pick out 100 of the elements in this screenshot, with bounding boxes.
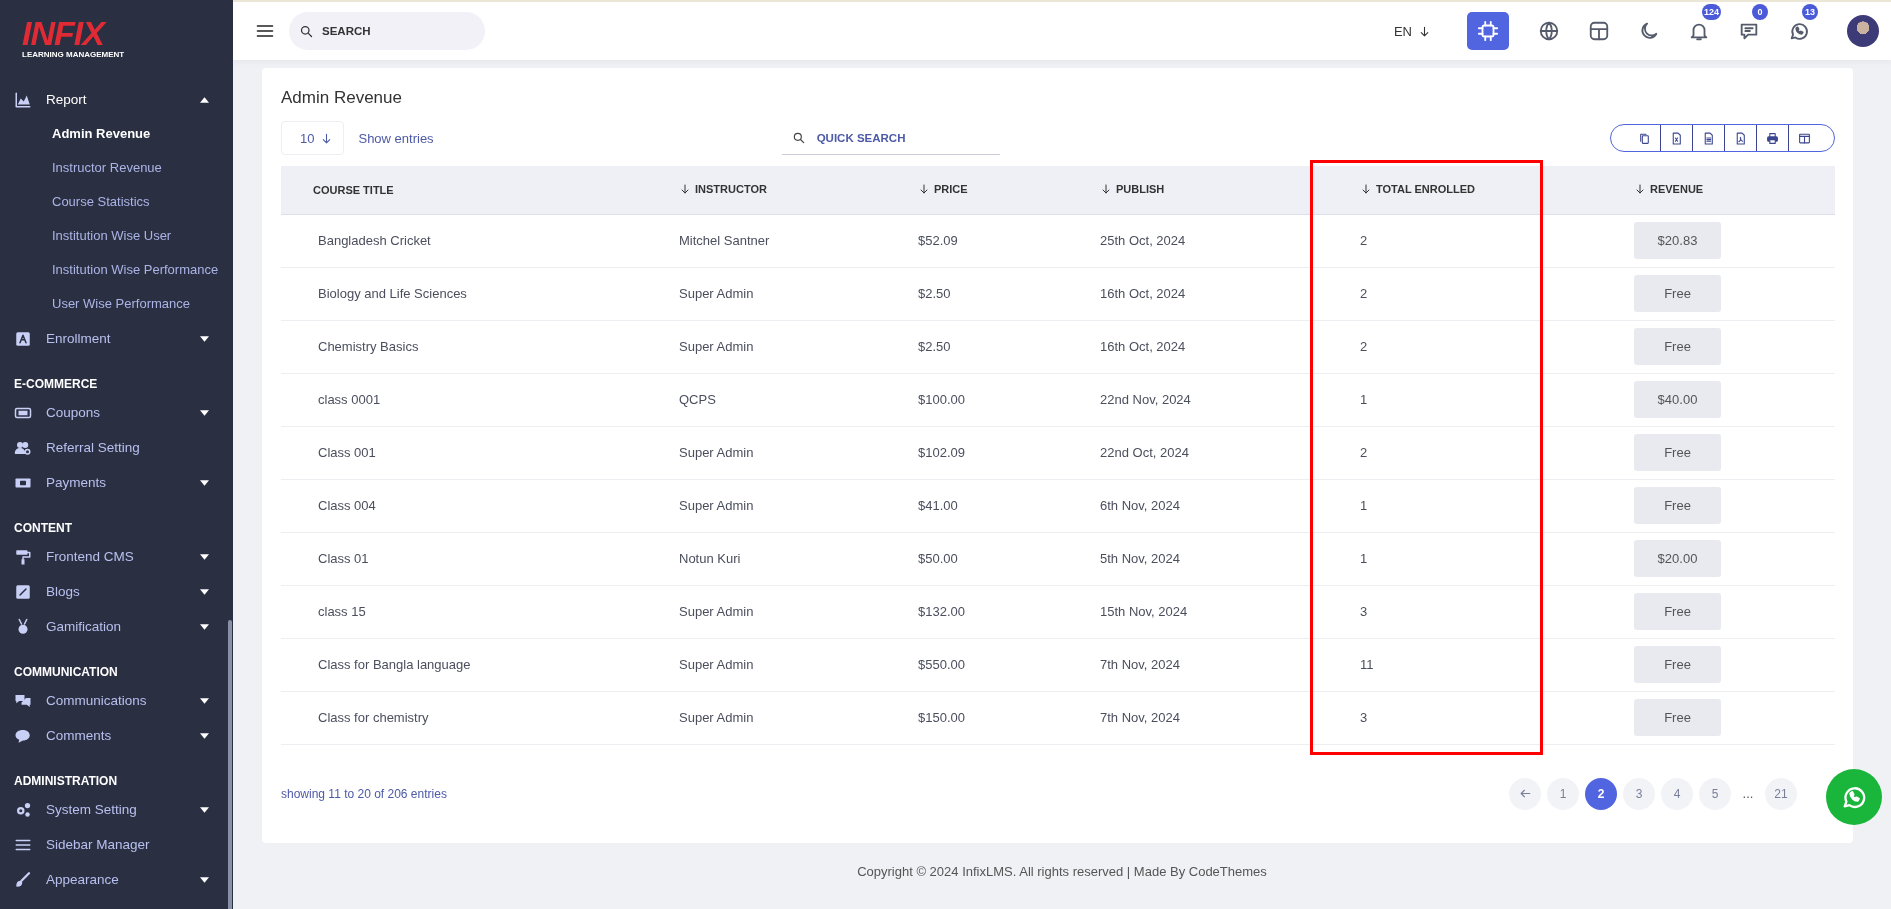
layout-button[interactable] [1588, 20, 1610, 42]
scrollbar-thumb[interactable] [228, 620, 232, 909]
table-cell: 2 [1360, 233, 1368, 248]
table-cell: 1 [1360, 392, 1368, 407]
table-cell: $132.00 [918, 604, 965, 619]
revenue-button[interactable]: Free [1634, 275, 1721, 312]
sidebar-item[interactable]: Referral Setting [0, 430, 233, 465]
sidebar-item[interactable]: Enrollment [0, 321, 233, 356]
sidebar-item[interactable]: Coupons [0, 395, 233, 430]
language-selector[interactable]: EN [1393, 23, 1431, 39]
gears-icon [14, 800, 32, 819]
whatsapp-chat-button[interactable] [1826, 769, 1882, 825]
table-cell: 16th Oct, 2024 [1100, 339, 1186, 354]
table-cell: $2.50 [918, 286, 951, 301]
edit-icon [14, 582, 32, 601]
sidebar-item[interactable]: Blogs [0, 574, 233, 609]
sidebar-item[interactable]: Frontend CMS [0, 539, 233, 574]
revenue-button[interactable]: $20.83 [1634, 222, 1721, 259]
sort-arrow-icon [679, 182, 691, 195]
sidebar-item[interactable]: System Setting [0, 792, 233, 827]
sidebar-item[interactable]: Sidebar Manager [0, 827, 233, 862]
table-cell: $102.09 [918, 445, 965, 460]
table-cell: Bangladesh Cricket [318, 233, 431, 248]
submenu-item[interactable]: Course Statistics [0, 185, 233, 219]
page-button[interactable]: 21 [1765, 777, 1797, 810]
sidebar-item[interactable]: Gamification [0, 609, 233, 644]
column-header[interactable]: PUBLISH [1100, 182, 1165, 195]
whatsapp-button[interactable] [1788, 20, 1810, 42]
sidebar-item[interactable]: Communications [0, 683, 233, 718]
dark-mode-button[interactable] [1638, 20, 1660, 42]
table-cell: 1 [1360, 551, 1368, 566]
letter-a-icon [14, 329, 32, 348]
revenue-button[interactable]: Free [1634, 487, 1721, 524]
page-button[interactable]: 5 [1699, 777, 1731, 810]
column-header[interactable]: PRICE [918, 182, 968, 195]
avatar[interactable] [1847, 15, 1879, 47]
table-cell: class 0001 [318, 392, 381, 407]
revenue-button[interactable]: $40.00 [1634, 381, 1721, 418]
caret-up-icon [200, 96, 209, 103]
page-title: Admin Revenue [281, 88, 403, 109]
section-heading: CONTENT [13, 520, 73, 537]
submenu-item[interactable]: Instructor Revenue [0, 151, 233, 185]
page-button[interactable]: 2 [1585, 777, 1617, 810]
count-badge: 0 [1752, 4, 1768, 20]
submenu-item[interactable]: Institution Wise Performance [0, 253, 233, 287]
column-header[interactable]: COURSE TITLE [313, 183, 394, 196]
caret-down-icon [200, 588, 209, 595]
sidebar-item[interactable]: Payments [0, 465, 233, 500]
moon-icon [1638, 20, 1660, 42]
search-field[interactable]: SEARCH [289, 12, 485, 50]
table-cell: 3 [1360, 604, 1368, 619]
arrow-left-icon [1518, 787, 1532, 800]
entries-info: showing 11 to 20 of 206 entries [281, 786, 447, 801]
revenue-button[interactable]: $20.00 [1634, 540, 1721, 577]
sidebar-item[interactable]: Comments [0, 718, 233, 753]
table-cell: 16th Oct, 2024 [1100, 286, 1186, 301]
ai-chip-button[interactable] [1467, 12, 1509, 50]
table-cell: $2.50 [918, 339, 951, 354]
table-cell: Super Admin [679, 445, 754, 460]
globe-button[interactable] [1538, 20, 1560, 42]
pagination-ellipsis: ... [1741, 786, 1755, 801]
revenue-button[interactable]: Free [1634, 699, 1721, 736]
table-cell: 2 [1360, 339, 1368, 354]
submenu-item[interactable]: Institution Wise User [0, 219, 233, 253]
sidebar-item[interactable]: Report [0, 82, 233, 117]
revenue-button[interactable]: Free [1634, 328, 1721, 365]
column-header[interactable]: REVENUE [1634, 182, 1704, 195]
submenu-item[interactable]: Admin Revenue [0, 117, 233, 151]
table-cell: 7th Nov, 2024 [1100, 710, 1180, 725]
table-cell: Class 004 [318, 498, 376, 513]
caret-down-icon [200, 697, 209, 704]
sidebar-item[interactable]: Appearance [0, 862, 233, 897]
page-button[interactable]: 1 [1547, 777, 1579, 810]
copy-icon [1638, 131, 1651, 145]
table-cell: 1 [1360, 498, 1368, 513]
entries-select[interactable]: 10 [281, 121, 345, 155]
section-heading: ADMINISTRATION [13, 773, 119, 790]
revenue-button[interactable]: Free [1634, 646, 1721, 683]
table-cell: class 15 [318, 604, 366, 619]
section-heading: COMMUNICATION [13, 664, 119, 681]
table-cell: $150.00 [918, 710, 965, 725]
columns-icon [1798, 131, 1811, 145]
page-button[interactable]: 3 [1623, 777, 1655, 810]
brush-icon [14, 870, 32, 889]
arrow-down-icon [1418, 24, 1431, 38]
column-header[interactable]: TOTAL ENROLLED [1360, 182, 1475, 195]
table-cell: Super Admin [679, 657, 754, 672]
table-cell: $41.00 [918, 498, 958, 513]
caret-down-icon [200, 479, 209, 486]
globe-icon [1538, 20, 1560, 42]
table-cell: Chemistry Basics [318, 339, 419, 354]
submenu-item[interactable]: User Wise Performance [0, 287, 233, 321]
revenue-button[interactable]: Free [1634, 593, 1721, 630]
logo-tagline: LEARNING MANAGEMENT [22, 50, 125, 59]
search-icon [791, 131, 806, 145]
column-header[interactable]: INSTRUCTOR [679, 182, 767, 195]
revenue-button[interactable]: Free [1634, 434, 1721, 471]
table-cell: 15th Nov, 2024 [1100, 604, 1188, 619]
table-cell: Mitchel Santner [679, 233, 770, 248]
page-button[interactable]: 4 [1661, 777, 1693, 810]
